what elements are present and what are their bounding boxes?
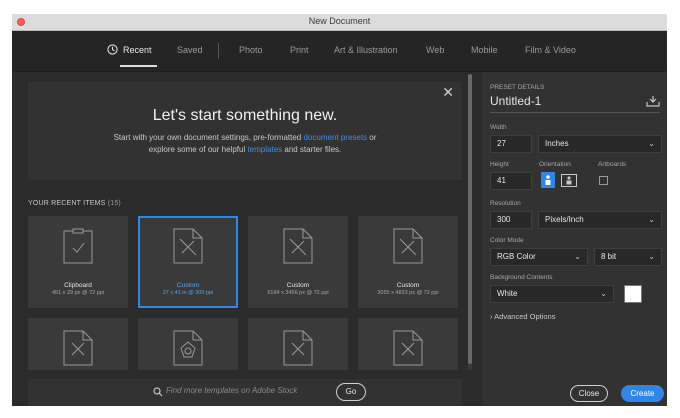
tab-web[interactable]: Web [426, 45, 444, 55]
recent-item-name: Custom [286, 282, 310, 289]
orientation-label: Orientation [539, 161, 571, 168]
resolution-input[interactable]: 300 [490, 211, 532, 229]
bit-depth-select[interactable]: 8 bit ⌄ [594, 248, 662, 266]
recent-item-clipboard[interactable]: Clipboard 451 x 29 px @ 72 ppi [28, 216, 128, 308]
tab-print[interactable]: Print [290, 45, 309, 55]
portrait-icon [541, 172, 555, 188]
clipboard-check-icon [63, 228, 93, 264]
recent-panel: ✕ Let's start something new. Start with … [12, 72, 474, 406]
custom-document-icon [283, 228, 313, 264]
chevron-down-icon: ⌄ [648, 215, 655, 224]
width-input[interactable]: 27 [490, 135, 532, 153]
recent-items-heading: YOUR RECENT ITEMS (15) [28, 200, 121, 207]
recent-item-name: Custom [396, 282, 420, 289]
custom-document-icon [393, 228, 423, 264]
preset-details-panel: PRESET DETAILS Untitled-1 Width 27 Inche… [482, 72, 667, 406]
shape-document-icon [173, 330, 203, 366]
scrollbar[interactable] [468, 74, 472, 370]
tab-recent[interactable]: Recent [123, 45, 152, 55]
width-label: Width [490, 124, 507, 131]
document-name-input[interactable]: Untitled-1 [490, 94, 541, 108]
preset-details-heading: PRESET DETAILS [490, 84, 545, 91]
width-unit-select[interactable]: Inches ⌄ [538, 135, 662, 153]
tab-film-video[interactable]: Film & Video [525, 45, 576, 55]
artboards-checkbox[interactable] [599, 176, 608, 185]
advanced-options-toggle[interactable]: › Advanced Options [490, 312, 555, 321]
recent-item-partial[interactable] [358, 318, 458, 370]
recent-item-dimensions: 27 x 41 in @ 300 ppi [162, 290, 214, 296]
recent-item-partial[interactable] [138, 318, 238, 370]
stock-search-bar: Find more templates on Adobe Stock Go [28, 379, 462, 406]
background-contents-label: Background Contents [490, 274, 553, 281]
tab-divider [218, 43, 219, 59]
portrait-orientation-button[interactable] [540, 172, 556, 188]
background-color-swatch[interactable] [624, 285, 642, 303]
welcome-text-line-2: explore some of our helpful templates an… [148, 145, 342, 154]
templates-link[interactable]: templates [247, 145, 282, 154]
recent-item-custom[interactable]: Custom 3055 x 4833 px @ 72 ppi [358, 216, 458, 308]
color-mode-label: Color Mode [490, 237, 524, 244]
custom-document-icon [393, 330, 423, 366]
new-document-window: New Document Recent Saved Photo Print Ar… [12, 14, 667, 406]
category-tabs: Recent Saved Photo Print Art & Illustrat… [12, 31, 667, 72]
custom-document-icon [283, 330, 313, 366]
height-label: Height [490, 161, 509, 168]
title-bar: New Document [12, 14, 667, 31]
custom-document-icon [63, 330, 93, 366]
recent-items-count: (15) [107, 200, 121, 207]
recent-item-custom-selected[interactable]: Custom 27 x 41 in @ 300 ppi [138, 216, 238, 308]
stock-search-input[interactable]: Find more templates on Adobe Stock [166, 386, 297, 395]
recent-item-dimensions: 3055 x 4833 px @ 72 ppi [377, 290, 439, 296]
tab-art-illustration[interactable]: Art & Illustration [334, 45, 398, 55]
recent-item-partial[interactable] [248, 318, 348, 370]
chevron-down-icon: ⌄ [574, 252, 581, 261]
recent-item-dimensions: 5184 x 3456 px @ 72 ppi [267, 290, 329, 296]
close-button[interactable]: Close [570, 385, 608, 402]
tab-saved[interactable]: Saved [177, 45, 203, 55]
height-input[interactable]: 41 [490, 172, 532, 190]
scrollbar-thumb[interactable] [468, 74, 472, 364]
chevron-down-icon: ⌄ [600, 289, 607, 298]
chevron-down-icon: ⌄ [648, 139, 655, 148]
search-icon [153, 387, 163, 397]
close-icon[interactable]: ✕ [442, 84, 454, 101]
document-presets-link[interactable]: document presets [303, 133, 367, 142]
active-tab-indicator [120, 65, 157, 67]
color-mode-select[interactable]: RGB Color ⌄ [490, 248, 588, 266]
go-button[interactable]: Go [336, 383, 366, 401]
clock-icon [107, 44, 118, 55]
landscape-orientation-button[interactable] [561, 172, 577, 188]
tab-mobile[interactable]: Mobile [471, 45, 498, 55]
chevron-down-icon: ⌄ [648, 252, 655, 261]
recent-item-custom[interactable]: Custom 5184 x 3456 px @ 72 ppi [248, 216, 348, 308]
custom-document-icon [173, 228, 203, 264]
recent-item-partial[interactable] [28, 318, 128, 370]
tab-photo[interactable]: Photo [239, 45, 263, 55]
artboards-label: Artboards [598, 161, 627, 168]
resolution-unit-select[interactable]: Pixels/Inch ⌄ [538, 211, 662, 229]
recent-item-name: Clipboard [64, 282, 92, 289]
welcome-title: Let's start something new. [152, 107, 338, 124]
document-name-underline [490, 112, 660, 113]
window-title: New Document [308, 16, 371, 26]
background-contents-select[interactable]: White ⌄ [490, 285, 614, 303]
welcome-text-line-1: Start with your own document settings, p… [113, 133, 377, 142]
recent-item-name: Custom [176, 282, 200, 289]
landscape-icon [561, 174, 577, 187]
recent-item-dimensions: 451 x 29 px @ 72 ppi [51, 290, 105, 296]
create-button[interactable]: Create [621, 385, 664, 402]
resolution-label: Resolution [490, 200, 521, 207]
save-preset-icon[interactable] [646, 96, 660, 107]
welcome-banner: ✕ Let's start something new. Start with … [28, 82, 462, 180]
